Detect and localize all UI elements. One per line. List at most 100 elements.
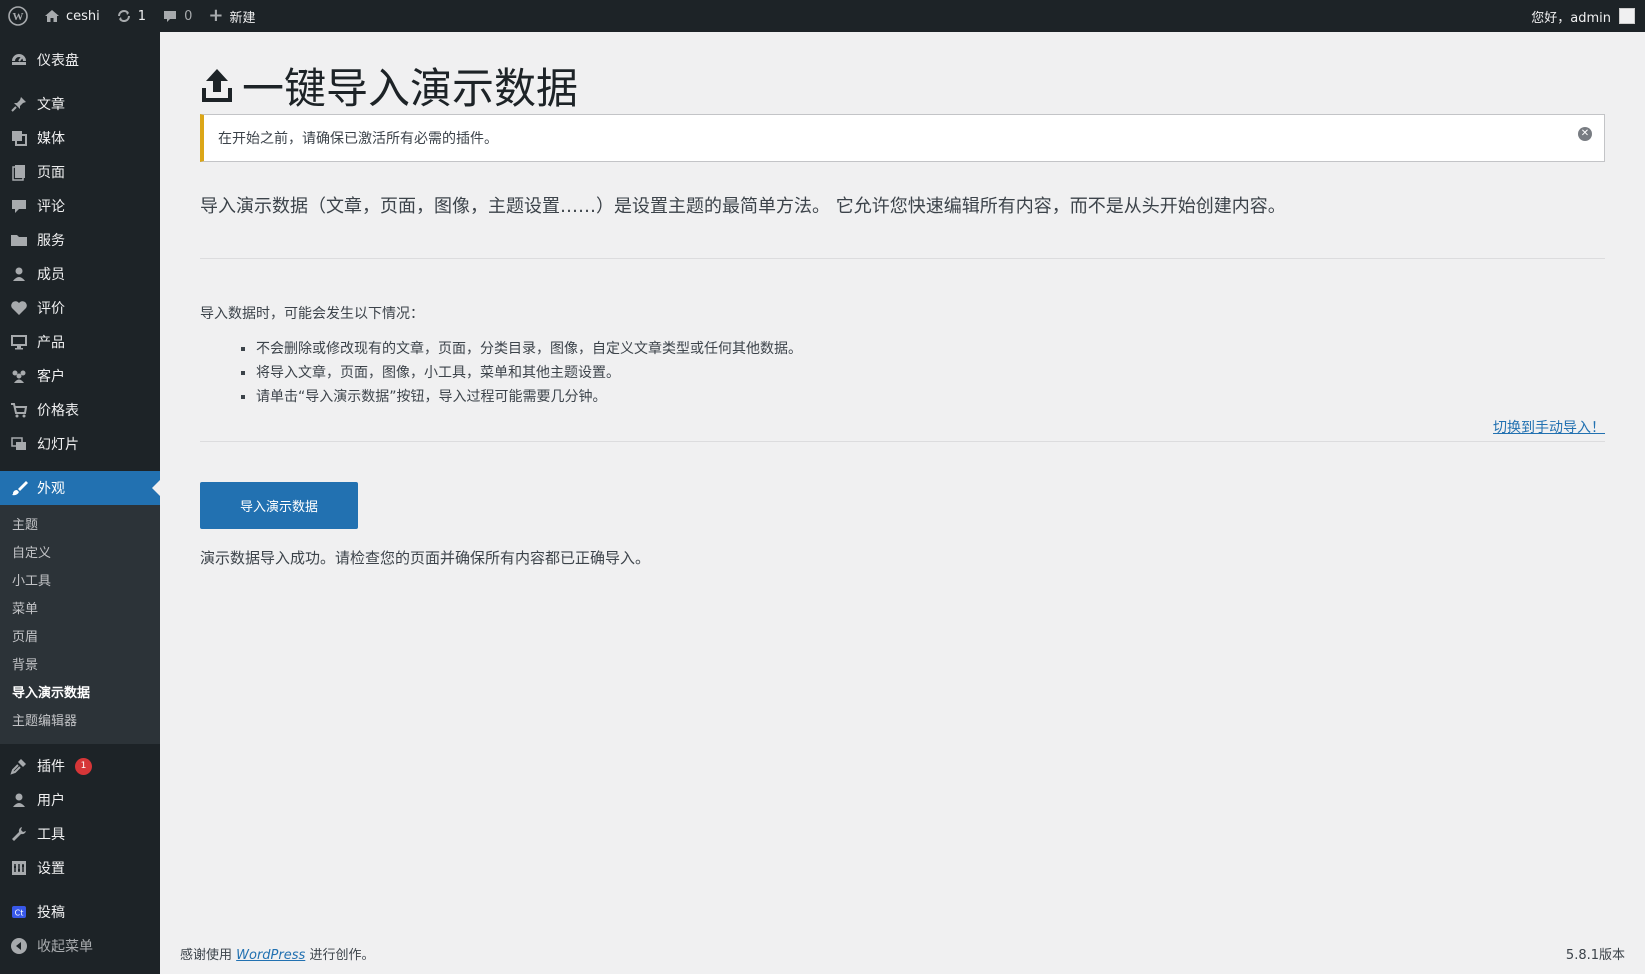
- sidebar-item-appearance[interactable]: 外观: [0, 471, 160, 505]
- collapse-icon: [9, 936, 29, 956]
- collapse-menu-button[interactable]: 收起菜单: [0, 929, 160, 963]
- comments-link[interactable]: 0: [154, 0, 200, 32]
- sidebar-item-label: 外观: [37, 481, 65, 497]
- slides-icon: [9, 434, 29, 454]
- sidebar-item-label: 成员: [37, 267, 65, 283]
- avatar: [1619, 8, 1635, 24]
- footer-thanks: 感谢使用 WordPress 进行创作。: [180, 944, 374, 963]
- sidebar-item-services[interactable]: 服务: [0, 223, 160, 257]
- notice-text: 在开始之前，请确保已激活所有必需的插件。: [218, 131, 498, 147]
- sidebar-item-label: 评价: [37, 301, 65, 317]
- intro-text: 导入演示数据（文章，页面，图像，主题设置……）是设置主题的最简单方法。 它允许您…: [200, 196, 1286, 217]
- submenu-item-header[interactable]: 页眉: [0, 624, 160, 652]
- upload-icon: [202, 69, 232, 102]
- settings-icon: [9, 858, 29, 878]
- site-name-link[interactable]: ceshi: [36, 0, 108, 32]
- admin-bar: W ceshi 1 0 + 新建 您好，admin: [0, 0, 1645, 32]
- folder-icon: [9, 230, 29, 250]
- submenu-item-widgets[interactable]: 小工具: [0, 568, 160, 596]
- switch-to-manual-import-link[interactable]: 切换到手动导入！: [1493, 420, 1605, 436]
- warning-notice: 在开始之前，请确保已激活所有必需的插件。 ✕: [200, 114, 1605, 162]
- list-item: 将导入文章，页面，图像，小工具，菜单和其他主题设置。: [256, 361, 1605, 385]
- divider: [200, 441, 1605, 442]
- plus-icon: +: [208, 5, 224, 26]
- wordpress-logo-icon: W: [8, 6, 28, 26]
- manual-import-row: 切换到手动导入！: [200, 417, 1605, 437]
- sidebar-item-slides[interactable]: 幻灯片: [0, 427, 160, 461]
- updates-link[interactable]: 1: [108, 0, 154, 32]
- my-account[interactable]: 您好，admin: [1531, 0, 1645, 32]
- submenu-item-theme-editor[interactable]: 主题编辑器: [0, 708, 160, 736]
- submenu-item-import-demo[interactable]: 导入演示数据: [0, 680, 160, 708]
- greeting: 您好，admin: [1531, 10, 1611, 26]
- comments-count: 0: [184, 8, 193, 24]
- sidebar-item-plugins[interactable]: 插件 1: [0, 749, 160, 783]
- import-demo-button[interactable]: 导入演示数据: [200, 482, 358, 529]
- sidebar-item-label: 产品: [37, 335, 65, 351]
- dashboard-icon: [9, 50, 29, 70]
- sidebar-item-label: 评论: [37, 199, 65, 215]
- person-icon: [9, 264, 29, 284]
- updates-icon: [117, 10, 130, 22]
- media-icon: [9, 128, 29, 148]
- home-icon: [45, 10, 59, 22]
- main-content: 一键导入演示数据 在开始之前，请确保已激活所有必需的插件。 ✕ 导入演示数据（文…: [160, 32, 1645, 974]
- sidebar-item-comments[interactable]: 评论: [0, 189, 160, 223]
- site-name: ceshi: [66, 8, 100, 24]
- brush-icon: [9, 478, 29, 498]
- admin-footer: 感谢使用 WordPress 进行创作。 5.8.1版本: [180, 944, 1625, 963]
- sidebar-item-label: 幻灯片: [37, 437, 79, 453]
- success-message: 演示数据导入成功。请检查您的页面并确保所有内容都已正确导入。: [200, 549, 651, 567]
- sidebar-item-users[interactable]: 用户: [0, 783, 160, 817]
- sidebar-item-media[interactable]: 媒体: [0, 121, 160, 155]
- submenu-item-menus[interactable]: 菜单: [0, 596, 160, 624]
- submenu-item-themes[interactable]: 主题: [0, 512, 160, 540]
- plugin-icon: [9, 756, 29, 776]
- users-icon: [9, 790, 29, 810]
- sidebar-item-label: 媒体: [37, 131, 65, 147]
- sidebar-item-label: 投稿: [37, 905, 65, 921]
- submenu-item-customize[interactable]: 自定义: [0, 540, 160, 568]
- ct-icon: Ct: [9, 902, 29, 922]
- sidebar-item-members[interactable]: 成员: [0, 257, 160, 291]
- plugins-update-badge: 1: [75, 757, 92, 775]
- situations-heading: 导入数据时，可能会发生以下情况：: [200, 306, 424, 322]
- list-item: 请单击“导入演示数据”按钮，导入过程可能需要几分钟。: [256, 385, 1605, 409]
- wordpress-logo-button[interactable]: W: [0, 0, 36, 32]
- sidebar-item-settings[interactable]: 设置: [0, 851, 160, 885]
- page-title-text: 一键导入演示数据: [242, 63, 579, 113]
- sidebar-item-dashboard[interactable]: 仪表盘: [0, 43, 160, 77]
- comment-bubble-icon: [164, 11, 177, 22]
- sidebar-item-posts[interactable]: 文章: [0, 87, 160, 121]
- admin-sidebar: 仪表盘 文章 媒体 页面 评论 服务 成员 评价 产品 客户 价格表 幻灯片 外…: [0, 32, 160, 974]
- footer-version: 5.8.1版本: [1565, 948, 1625, 963]
- new-content-link[interactable]: + 新建: [200, 0, 263, 32]
- divider: [200, 258, 1605, 259]
- svg-text:Ct: Ct: [15, 909, 24, 918]
- desktop-icon: [9, 332, 29, 352]
- submenu-item-background[interactable]: 背景: [0, 652, 160, 680]
- footer-thanks-prefix: 感谢使用: [180, 948, 233, 963]
- new-label: 新建: [229, 10, 256, 26]
- dismiss-notice-icon[interactable]: ✕: [1578, 127, 1592, 141]
- heart-icon: [9, 298, 29, 318]
- appearance-submenu: 主题 自定义 小工具 菜单 页眉 背景 导入演示数据 主题编辑器: [0, 505, 160, 744]
- sidebar-item-label: 插件: [37, 759, 65, 775]
- sidebar-item-contribute[interactable]: Ct 投稿: [0, 895, 160, 929]
- comment-icon: [9, 196, 29, 216]
- sidebar-item-pages[interactable]: 页面: [0, 155, 160, 189]
- sidebar-item-pricing[interactable]: 价格表: [0, 393, 160, 427]
- pin-icon: [9, 94, 29, 114]
- updates-count: 1: [137, 8, 147, 24]
- sidebar-item-label: 文章: [37, 97, 65, 113]
- sidebar-item-label: 客户: [37, 369, 65, 385]
- sidebar-item-products[interactable]: 产品: [0, 325, 160, 359]
- groups-icon: [9, 366, 29, 386]
- sidebar-item-label: 用户: [37, 793, 65, 809]
- cart-icon: [9, 400, 29, 420]
- sidebar-item-clients[interactable]: 客户: [0, 359, 160, 393]
- sidebar-item-tools[interactable]: 工具: [0, 817, 160, 851]
- wordpress-link[interactable]: WordPress: [236, 948, 305, 963]
- sidebar-item-testimonials[interactable]: 评价: [0, 291, 160, 325]
- wrench-icon: [9, 824, 29, 844]
